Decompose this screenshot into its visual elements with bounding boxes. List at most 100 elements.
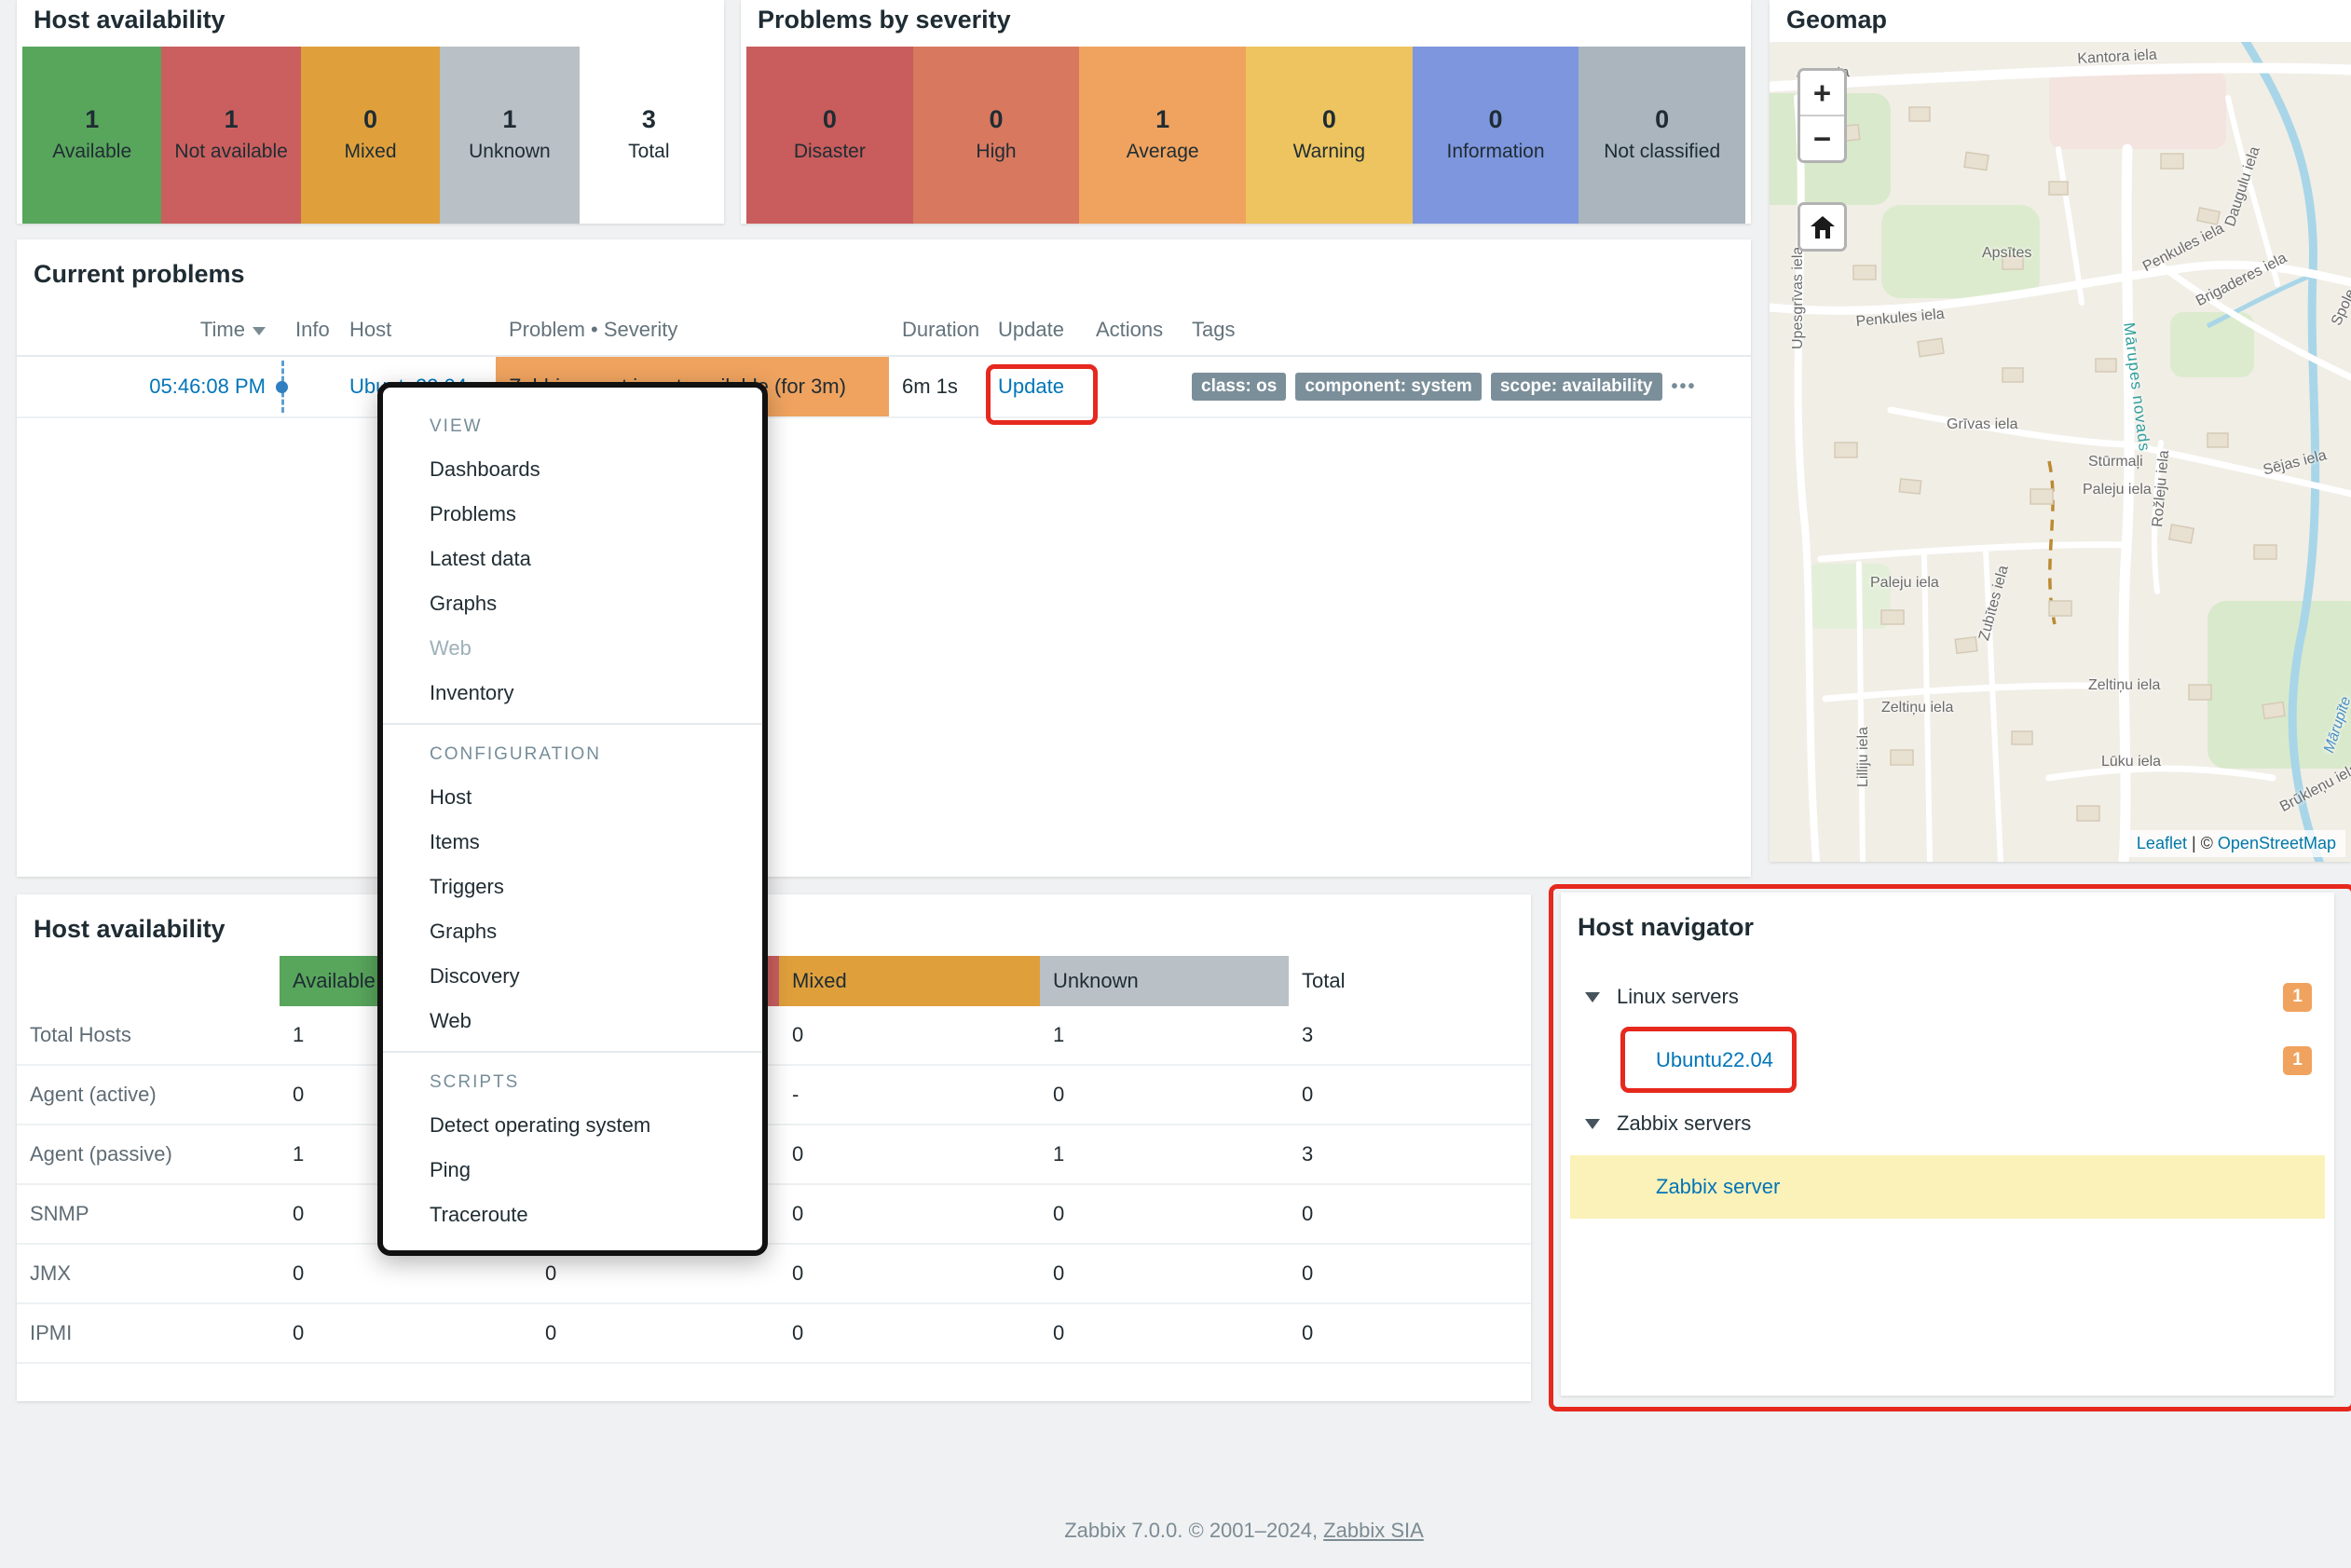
map-home-control [1797,202,1847,252]
severity-block-high[interactable]: 0 High [913,47,1080,224]
zoom-in-button[interactable]: + [1800,71,1844,115]
cell-value: 0 [779,1202,1040,1226]
block-count: 1 [502,105,516,134]
row-label: Agent (passive) [17,1142,280,1166]
menu-item-inventory[interactable]: Inventory [383,671,762,716]
table-row: Total Hosts 1 1 0 1 3 [17,1006,1531,1066]
menu-item-web-config[interactable]: Web [383,999,762,1043]
availability-blocks: 1 Available 1 Not available 0 Mixed 1 Un… [22,47,718,224]
zabbix-sia-link[interactable]: Zabbix SIA [1323,1519,1424,1542]
host-link[interactable]: Ubuntu22.04 [1656,1048,1773,1072]
leaflet-link[interactable]: Leaflet [2137,834,2187,852]
widget-title: Host availability [17,0,724,34]
more-tags-button[interactable]: ••• [1672,376,1697,398]
menu-item-traceroute[interactable]: Traceroute [383,1193,762,1237]
group-row-zabbix-servers[interactable]: Zabbix servers [1570,1092,2325,1155]
problem-time-link[interactable]: 05:46:08 PM [149,375,266,398]
map-street-label: Zeltiņu iela [2088,677,2160,694]
update-link[interactable]: Update [998,375,1064,398]
map-street-label: Lilliju iela [1855,727,1872,787]
menu-item-triggers[interactable]: Triggers [383,865,762,909]
severity-block-information[interactable]: 0 Information [1413,47,1579,224]
menu-item-graphs-config[interactable]: Graphs [383,909,762,954]
severity-block-disaster[interactable]: 0 Disaster [746,47,913,224]
availability-block-total[interactable]: 3 Total [580,47,718,224]
block-count: 0 [1655,105,1669,134]
map-street-label: Lūku iela [2101,754,2161,770]
tag-badge[interactable]: component: system [1295,373,1481,401]
tag-badge[interactable]: class: os [1192,373,1286,401]
problems-table-header: Time Info Host Problem • Severity Durati… [17,305,1751,357]
tag-badge[interactable]: scope: availability [1491,373,1662,401]
severity-block-warning[interactable]: 0 Warning [1246,47,1413,224]
column-header-empty [17,956,280,1006]
cell-value: 0 [280,1321,532,1345]
cell-value: 0 [1289,1083,1531,1107]
column-header-mixed: Mixed [779,956,1040,1006]
row-label: IPMI [17,1321,280,1345]
availability-table-header: Available Not available Mixed Unknown To… [17,956,1531,1006]
table-row: Agent (active) 0 0 - 0 0 [17,1066,1531,1125]
menu-item-latest-data[interactable]: Latest data [383,537,762,581]
problem-row: 05:46:08 PM Ubuntu22.04 Zabbix agent is … [17,357,1751,418]
footer-text: Zabbix 7.0.0. © 2001–2024, [1064,1519,1323,1542]
cell-value: 0 [1040,1083,1289,1107]
host-navigator-tree: Linux servers 1 Ubuntu22.04 1 Zabbix ser… [1561,965,2334,1219]
host-link[interactable]: Zabbix server [1656,1175,1780,1199]
cell-value: 0 [1289,1321,1531,1345]
zoom-out-button[interactable]: − [1800,115,1844,160]
row-label: Total Hosts [17,1023,280,1047]
availability-block-unknown[interactable]: 1 Unknown [440,47,579,224]
cell-value: 0 [532,1321,779,1345]
menu-item-ping[interactable]: Ping [383,1148,762,1193]
problem-time: 05:46:08 PM [17,375,282,399]
group-label: Linux servers [1617,985,1739,1009]
sort-desc-icon [253,327,266,335]
column-header-time[interactable]: Time [17,318,282,342]
column-header-actions: Actions [1083,318,1181,342]
availability-block-available[interactable]: 1 Available [22,47,161,224]
menu-item-graphs-view[interactable]: Graphs [383,581,762,626]
widget-title: Host navigator [1561,893,2334,942]
block-label: Total [628,140,669,164]
block-label: Average [1127,140,1199,164]
home-button[interactable] [1800,205,1844,249]
availability-block-not-available[interactable]: 1 Not available [161,47,300,224]
cell-value: - [779,1083,1040,1107]
map-canvas[interactable]: Kantora iela fora iela Upesgrīvas iela A… [1770,42,2351,862]
table-row: JMX 0 0 0 0 0 [17,1245,1531,1304]
block-label: Information [1446,140,1544,164]
availability-block-mixed[interactable]: 0 Mixed [301,47,440,224]
cell-value: 0 [1040,1321,1289,1345]
row-label: JMX [17,1261,280,1286]
problems-by-severity-widget: Problems by severity 0 Disaster 0 High 1… [741,0,1751,224]
menu-item-discovery[interactable]: Discovery [383,954,762,999]
menu-item-dashboards[interactable]: Dashboards [383,447,762,492]
map-zoom-control: + − [1797,68,1847,163]
severity-block-average[interactable]: 1 Average [1079,47,1246,224]
host-availability-widget: Host availability 1 Available 1 Not avai… [17,0,724,224]
block-count: 0 [363,105,377,134]
severity-block-not-classified[interactable]: 0 Not classified [1579,47,1745,224]
block-label: Mixed [345,140,397,164]
menu-separator [383,1051,762,1053]
row-label: Agent (active) [17,1083,280,1107]
group-row-linux-servers[interactable]: Linux servers 1 [1570,965,2325,1029]
timeline-marker-dot [276,381,288,393]
menu-item-items[interactable]: Items [383,820,762,865]
cell-value: 0 [1040,1261,1289,1286]
problem-count-badge: 1 [2283,983,2312,1012]
geomap-widget: Geomap [1770,0,2351,862]
block-count: 1 [1155,105,1169,134]
cell-value: 3 [1289,1023,1531,1047]
table-row: IPMI 0 0 0 0 0 [17,1304,1531,1364]
menu-item-detect-os[interactable]: Detect operating system [383,1103,762,1148]
menu-item-host[interactable]: Host [383,775,762,820]
zabbix-dashboard: Host availability 1 Available 1 Not avai… [0,0,2351,1568]
menu-section-view: VIEW [383,406,762,447]
problem-tags-cell: class: os component: system scope: avail… [1181,373,1751,401]
openstreetmap-link[interactable]: OpenStreetMap [2218,834,2336,852]
widget-title: Current problems [17,239,1751,289]
menu-item-problems[interactable]: Problems [383,492,762,537]
column-header-problem-severity: Problem • Severity [496,318,889,342]
